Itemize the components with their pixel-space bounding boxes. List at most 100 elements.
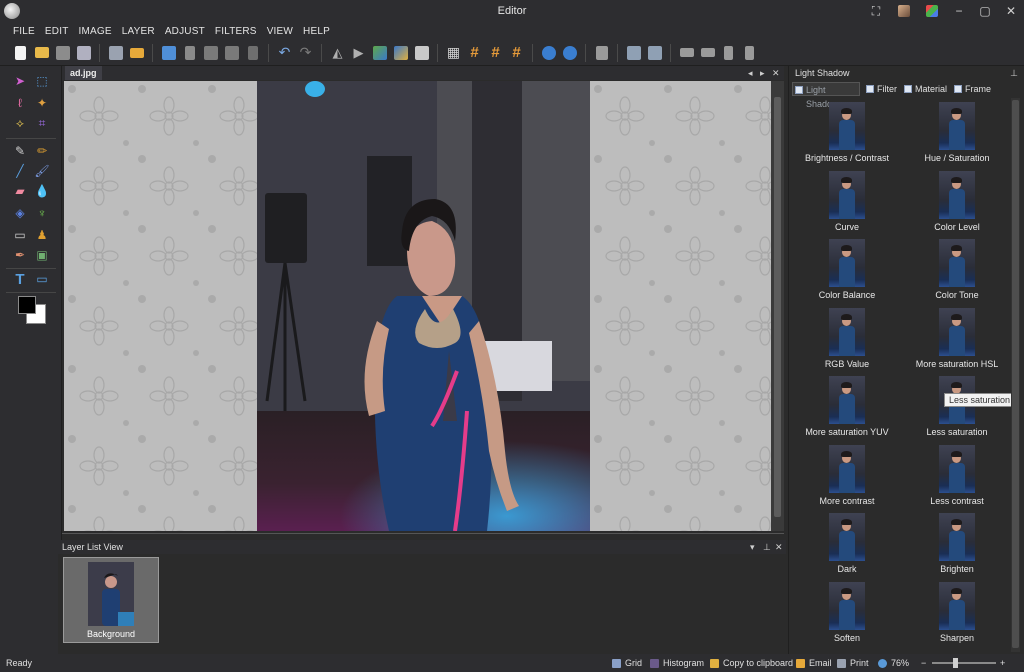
tab-next-icon[interactable]: ▸ [760,66,765,80]
layer-dropdown-icon[interactable]: ▾ [750,540,755,554]
grid-hash-alt-icon[interactable]: # [485,42,506,63]
zoom-out-icon[interactable] [559,42,580,63]
tab-light-shadow[interactable]: Light Shadow [792,82,860,109]
effect-item[interactable]: Color Tone [902,239,1012,300]
align-top-icon[interactable] [718,42,739,63]
grid-small-icon[interactable]: ▦ [443,42,464,63]
effect-item[interactable]: Sharpen [902,581,1012,643]
histogram-toggle[interactable]: Histogram [650,654,704,672]
effect-item[interactable]: Curve [792,170,902,232]
palette-icon[interactable] [923,2,941,20]
document-tab[interactable]: ad.jpg [65,66,102,80]
menu-image[interactable]: IMAGE [74,26,117,37]
grid-toggle[interactable]: Grid [612,654,642,672]
align-left-icon[interactable] [676,42,697,63]
menu-help[interactable]: HELP [298,26,335,37]
close-button[interactable]: ✕ [998,0,1024,22]
redo-icon[interactable]: ↷ [295,42,316,63]
panel-splitter[interactable] [62,533,784,539]
save-as-icon[interactable] [73,42,94,63]
blur-drop-icon[interactable]: 💧 [32,182,52,200]
copy-icon[interactable] [158,42,179,63]
menu-view[interactable]: VIEW [262,26,298,37]
clone-brush-icon[interactable]: ✒ [10,246,30,264]
zoom-in-icon[interactable] [538,42,559,63]
gradient-icon[interactable]: ▭ [10,226,30,244]
image-canvas[interactable] [64,81,771,531]
print-button[interactable]: Print [837,654,869,672]
effects-scrollbar-thumb[interactable] [1012,100,1019,648]
copy-to-clipboard-button[interactable]: Copy to clipboard [710,654,793,672]
pencil-icon[interactable]: ✏ [32,142,52,160]
effect-item[interactable]: More contrast [792,444,902,506]
delete-icon[interactable] [242,42,263,63]
zoom-slider-thumb[interactable] [953,658,958,668]
tab-prev-icon[interactable]: ◂ [748,66,753,80]
cut-icon[interactable] [179,42,200,63]
tab-material[interactable]: Material [902,82,947,96]
paste-icon[interactable] [221,42,242,63]
menu-edit[interactable]: EDIT [40,26,74,37]
grid-hash-icon[interactable]: # [464,42,485,63]
zoom-slider[interactable] [932,662,996,664]
open-folder-icon[interactable] [31,42,52,63]
save-icon[interactable] [52,42,73,63]
zoom-in-button[interactable]: + [1000,654,1005,672]
line-tool-icon[interactable]: ╱ [10,162,30,180]
crop-fill-icon[interactable] [644,42,665,63]
skew-icon[interactable] [411,42,432,63]
crop-tool-icon[interactable]: ⌗ [32,114,52,132]
flip-horizontal-icon[interactable]: ◭ [327,42,348,63]
menu-filters[interactable]: FILTERS [210,26,262,37]
sharpen-icon[interactable]: ♆ [32,204,52,222]
effect-item[interactable]: More saturation YUV [792,376,902,437]
rect-select-icon[interactable]: ⬚ [32,72,52,90]
new-file-icon[interactable] [10,42,31,63]
select-arrow-icon[interactable] [591,42,612,63]
flip-vertical-icon[interactable]: ▶ [348,42,369,63]
effect-item[interactable]: Color Balance [792,239,902,300]
effect-item[interactable]: Less contrast [902,444,1012,506]
zoom-out-button[interactable]: − [921,654,926,672]
layer-item-background[interactable]: Background [63,557,159,643]
menu-layer[interactable]: LAYER [117,26,160,37]
effects-scrollbar[interactable] [1011,98,1020,652]
email-button[interactable]: Email [796,654,832,672]
paste-small-icon[interactable] [200,42,221,63]
magic-wand-icon[interactable]: ✦ [32,94,52,112]
shape-tool-icon[interactable]: ▭ [32,270,52,288]
effect-item[interactable]: Soften [792,581,902,643]
eyedropper-icon[interactable]: ✎ [10,142,30,160]
align-right-icon[interactable] [697,42,718,63]
image-tool-icon[interactable]: ▣ [32,246,52,264]
canvas-vertical-scrollbar[interactable] [771,81,784,531]
undo-icon[interactable]: ↶ [274,42,295,63]
effect-item[interactable]: Hue / Saturation [902,102,1012,163]
effect-item[interactable]: Dark [792,513,902,574]
polygon-lasso-icon[interactable]: ⟡ [10,114,30,132]
tab-frame[interactable]: Frame [952,82,991,96]
tab-close-icon[interactable]: ✕ [772,66,780,80]
rotate-right-icon[interactable] [390,42,411,63]
effect-item[interactable]: Color Level [902,170,1012,232]
lasso-icon[interactable]: ℓ [10,94,30,112]
email-icon[interactable] [126,42,147,63]
menu-file[interactable]: FILE [8,26,40,37]
print-icon[interactable] [105,42,126,63]
tab-filter[interactable]: Filter [864,82,897,96]
layer-pin-icon[interactable]: ⊥ [763,540,771,554]
fullscreen-icon[interactable]: ⛶ [867,2,885,20]
effect-item[interactable]: RGB Value [792,307,902,369]
paint-bucket-icon[interactable]: ◈ [10,204,30,222]
effect-item[interactable]: Brighten [902,513,1012,574]
grid-hash-2-icon[interactable]: # [506,42,527,63]
layer-close-icon[interactable]: ✕ [775,540,783,554]
minimize-button[interactable]: − [946,0,972,22]
maximize-button[interactable]: ▢ [972,0,998,22]
align-bottom-icon[interactable] [739,42,760,63]
scrollbar-thumb[interactable] [774,97,781,517]
text-tool-icon[interactable]: T [10,270,30,288]
foreground-color-swatch[interactable] [18,296,36,314]
effect-item[interactable]: More saturation HSL [902,307,1012,369]
effect-item[interactable]: Brightness / Contrast [792,102,902,163]
